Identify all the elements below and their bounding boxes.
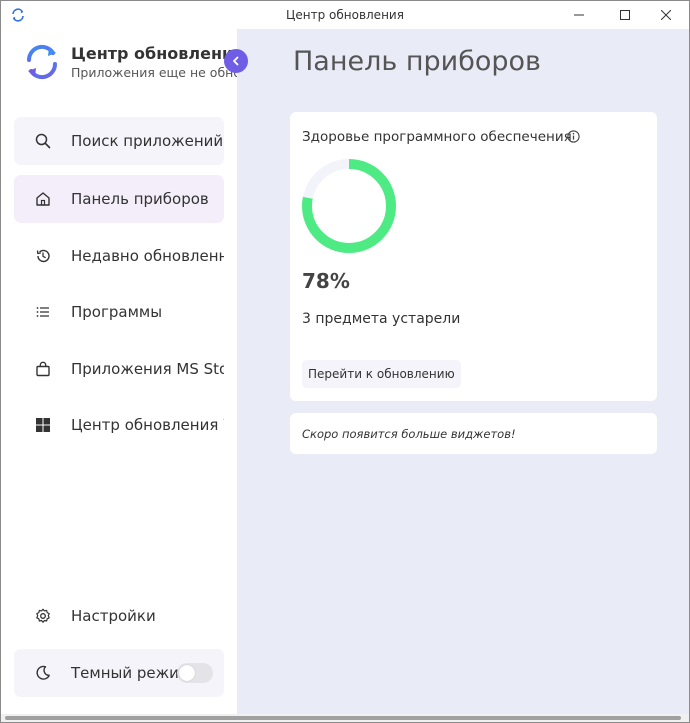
title-bar: Центр обновления xyxy=(1,1,689,29)
app-logo-sync-icon xyxy=(26,44,58,80)
sidebar-item-label: Настройки xyxy=(71,607,156,625)
card-title: Здоровье программного обеспечения xyxy=(302,129,572,145)
sidebar-item-dark-mode[interactable]: Темный режим xyxy=(14,649,224,697)
sidebar-item-recent[interactable]: Недавно обновленные xyxy=(14,232,224,280)
app-window: Центр обновления Центр обновления Прилож… xyxy=(0,0,690,723)
sidebar: Центр обновления Приложения еще не обнов… xyxy=(1,29,287,714)
health-percentage: 78% xyxy=(302,269,350,293)
close-icon xyxy=(661,10,671,20)
home-icon xyxy=(33,189,53,209)
list-icon xyxy=(33,302,53,322)
moon-icon xyxy=(33,663,53,683)
sidebar-item-label: Центр обновления Windows xyxy=(71,416,224,434)
sidebar-item-dashboard[interactable]: Панель приборов xyxy=(14,175,224,223)
gear-icon xyxy=(33,606,53,626)
minimize-button[interactable] xyxy=(556,1,602,29)
page-title: Панель приборов xyxy=(293,46,541,77)
app-title: Центр обновления xyxy=(71,44,244,63)
outdated-count-text: 3 предмета устарели xyxy=(302,311,461,327)
main-content: Панель приборов Здоровье программного об… xyxy=(237,29,689,714)
minimize-icon xyxy=(574,14,584,16)
close-button[interactable] xyxy=(643,1,689,29)
more-widgets-card: Скоро появится больше виджетов! xyxy=(290,413,657,454)
horizontal-scrollbar[interactable] xyxy=(1,714,689,722)
windows-icon xyxy=(33,415,53,435)
toggle-knob xyxy=(179,665,195,681)
sidebar-item-settings[interactable]: Настройки xyxy=(14,592,224,640)
sidebar-item-msstore[interactable]: Приложения MS Store xyxy=(14,345,224,393)
search-icon xyxy=(33,131,53,151)
collapse-sidebar-button[interactable] xyxy=(224,49,248,73)
history-icon xyxy=(33,246,53,266)
sidebar-item-label: Поиск приложений... xyxy=(71,132,224,150)
sidebar-item-programs[interactable]: Программы xyxy=(14,288,224,336)
sidebar-item-windows-update[interactable]: Центр обновления Windows xyxy=(14,401,224,449)
maximize-button[interactable] xyxy=(602,1,648,29)
info-icon[interactable] xyxy=(567,130,580,143)
scrollbar-thumb[interactable] xyxy=(5,716,681,720)
go-to-update-button[interactable]: Перейти к обновлению xyxy=(302,360,461,388)
sidebar-item-label: Приложения MS Store xyxy=(71,360,224,378)
sidebar-item-label: Темный режим xyxy=(71,664,191,682)
software-health-card: Здоровье программного обеспечения 78% 3 … xyxy=(290,112,657,401)
sidebar-item-search[interactable]: Поиск приложений... xyxy=(14,117,224,165)
more-widgets-text: Скоро появится больше виджетов! xyxy=(302,427,516,441)
shopping-bag-icon xyxy=(33,359,53,379)
chevron-left-icon xyxy=(233,56,239,66)
sidebar-item-label: Программы xyxy=(71,303,163,321)
sidebar-item-label: Панель приборов xyxy=(71,190,209,208)
health-progress-ring xyxy=(302,159,396,253)
dark-mode-toggle[interactable] xyxy=(177,663,213,683)
sidebar-item-label: Недавно обновленные xyxy=(71,247,224,265)
maximize-icon xyxy=(620,10,630,20)
